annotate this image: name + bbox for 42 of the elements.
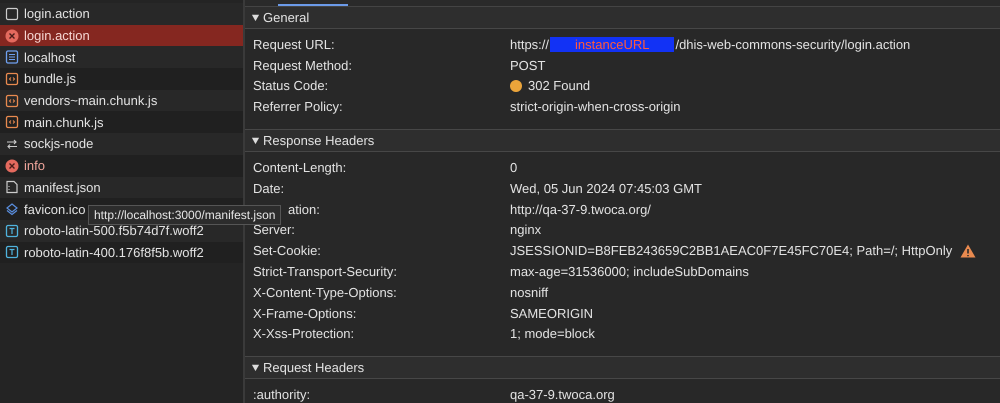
request-name: main.chunk.js (24, 114, 104, 130)
header-name: Request Method: (253, 58, 354, 73)
request-name: vendors~main.chunk.js (24, 93, 158, 108)
request-name: favicon.ico (24, 202, 86, 217)
request-name: manifest.json (24, 180, 101, 195)
request-name: bundle.js (24, 71, 76, 86)
header-name: X-Frame-Options: (253, 306, 358, 321)
header-value: JSESSIONID=B8FEB243659C2BB1AEAC0F7E45FC70E4; Path=/; HttpOnly (510, 243, 952, 258)
request-name: localhost (24, 50, 76, 65)
header-name: Date: (253, 180, 286, 196)
header-value: strict-origin-when-cross-origin (510, 99, 680, 114)
header-name: X-Xss-Protection: (253, 326, 356, 342)
header-name: Server: (253, 222, 296, 238)
header-name: Set-Cookie: (253, 243, 322, 258)
request-name: login.action (24, 28, 90, 44)
request-name: roboto-latin-500.f5b74d7f.woff2 (24, 223, 204, 238)
header-name: Strict-Transport-Security: (253, 264, 398, 280)
redaction-label: instanceURL (550, 36, 674, 52)
header-value: http://qa-37-9.twoca.org/ (510, 202, 651, 217)
header-value: max-age=31536000; includeSubDomains (510, 264, 749, 280)
header-value: SAMEORIGIN (510, 306, 594, 321)
header-value: 0 (510, 160, 518, 176)
header-name: Content-Length: (253, 160, 348, 176)
request-name: login.action (24, 6, 90, 22)
request-name: info (24, 158, 45, 174)
request-name: sockjs-node (24, 136, 94, 152)
header-name: Referrer Policy: (253, 99, 344, 114)
header-name: Status Code: (253, 78, 330, 94)
url-part: /dhis-web-commons-security/login.action (675, 36, 910, 52)
header-value: 302 Found (528, 78, 590, 94)
header-name: Request URL: (253, 36, 336, 52)
header-name: X-Content-Type-Options: (253, 284, 398, 300)
header-value: POST (510, 58, 546, 73)
request-name: roboto-latin-400.176f8f5b.woff2 (24, 244, 204, 260)
header-name: :authority: (253, 387, 312, 402)
tooltip: http://localhost:3000/manifest.json (88, 205, 282, 225)
header-value: qa-37-9.twoca.org (510, 387, 615, 402)
header-value: Wed, 05 Jun 2024 07:45:03 GMT (510, 180, 702, 196)
header-value: 1; mode=block (510, 326, 595, 342)
url-part: https:// (510, 36, 550, 52)
header-value: nosniff (510, 284, 548, 300)
header-value: nginx (510, 222, 542, 238)
